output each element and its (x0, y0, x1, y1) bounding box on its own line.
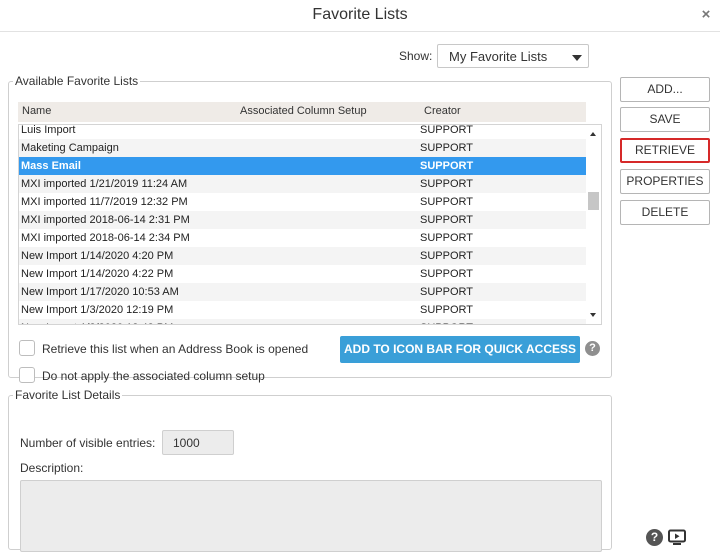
list-header: Name Associated Column Setup Creator (18, 102, 586, 122)
row-name: New Import 1/14/2020 4:22 PM (21, 268, 174, 280)
table-rows: Luis Import SUPPORT Maketing Campaign SUPPO… (19, 124, 587, 324)
table-row[interactable]: Maketing Campaign SUPPORT (19, 139, 587, 157)
table-row[interactable]: Mass Email SUPPORT (19, 157, 587, 175)
table-row[interactable]: New Import 1/3/2020 12:43 PM SUPPORT (19, 319, 587, 324)
visible-entries-label: Number of visible entries: (20, 436, 156, 450)
row-creator: SUPPORT (420, 268, 473, 280)
row-name: MXI imported 1/21/2019 11:24 AM (21, 178, 188, 190)
row-name: New Import 1/17/2020 10:53 AM (21, 286, 179, 298)
scroll-down-icon[interactable] (590, 313, 596, 317)
add-button[interactable]: ADD... (620, 77, 710, 102)
description-field[interactable] (20, 480, 602, 552)
show-select-value: My Favorite Lists (449, 49, 548, 64)
table-row[interactable]: MXI imported 2018-06-14 2:34 PM SUPPORT (19, 229, 587, 247)
title-bar: Favorite Lists × (0, 0, 720, 32)
row-creator: SUPPORT (420, 178, 473, 190)
list-details-group: Favorite List Details Number of visible … (8, 388, 612, 552)
row-name: New Import 1/3/2020 12:43 PM (21, 322, 173, 324)
retrieve-button[interactable]: RETRIEVE (620, 138, 710, 163)
close-icon[interactable]: × (699, 7, 713, 23)
video-tutorial-icon[interactable] (668, 529, 686, 546)
list-details-legend: Favorite List Details (15, 388, 121, 402)
favorite-lists-table[interactable]: Luis Import SUPPORT Maketing Campaign SUPPO… (18, 124, 602, 325)
table-row[interactable]: Luis Import SUPPORT (19, 124, 587, 139)
no-column-setup-checkbox[interactable] (19, 367, 35, 383)
row-name: New Import 1/3/2020 12:19 PM (21, 304, 174, 316)
show-select[interactable]: My Favorite Lists (437, 44, 589, 68)
column-header-column-setup[interactable]: Associated Column Setup (240, 105, 367, 117)
delete-button[interactable]: DELETE (620, 200, 710, 225)
show-label: Show: (399, 49, 433, 63)
scroll-thumb[interactable] (588, 192, 599, 210)
available-lists-group: Available Favorite Lists Name Associated… (8, 74, 612, 383)
table-row[interactable]: New Import 1/14/2020 4:20 PM SUPPORT (19, 247, 587, 265)
column-header-creator[interactable]: Creator (424, 105, 461, 117)
properties-button[interactable]: PROPERTIES (620, 169, 710, 194)
description-label: Description: (20, 461, 84, 475)
row-creator: SUPPORT (420, 160, 474, 172)
visible-entries-field[interactable]: 1000 (162, 430, 234, 455)
row-name: MXI imported 2018-06-14 2:31 PM (21, 214, 190, 226)
scroll-up-icon[interactable] (590, 132, 596, 136)
vertical-scrollbar[interactable] (586, 125, 601, 324)
row-creator: SUPPORT (420, 322, 473, 324)
add-to-icon-bar-button[interactable]: ADD TO ICON BAR FOR QUICK ACCESS (340, 336, 580, 363)
dialog-title: Favorite Lists (312, 6, 408, 23)
table-row[interactable]: New Import 1/17/2020 10:53 AM SUPPORT (19, 283, 587, 301)
row-name: MXI imported 11/7/2019 12:32 PM (21, 196, 188, 208)
row-name: Mass Email (21, 160, 81, 172)
footer-help-icon[interactable]: ? (646, 529, 663, 546)
help-icon[interactable]: ? (585, 341, 600, 356)
table-row[interactable]: MXI imported 11/7/2019 12:32 PM SUPPORT (19, 193, 587, 211)
row-creator: SUPPORT (420, 286, 473, 298)
table-row[interactable]: New Import 1/14/2020 4:22 PM SUPPORT (19, 265, 587, 283)
table-row[interactable]: New Import 1/3/2020 12:19 PM SUPPORT (19, 301, 587, 319)
row-creator: SUPPORT (420, 232, 473, 244)
row-name: Maketing Campaign (21, 142, 119, 154)
row-name: MXI imported 2018-06-14 2:34 PM (21, 232, 190, 244)
column-header-name[interactable]: Name (22, 105, 51, 117)
table-row[interactable]: MXI imported 2018-06-14 2:31 PM SUPPORT (19, 211, 587, 229)
row-name: New Import 1/14/2020 4:20 PM (21, 250, 174, 262)
available-lists-legend: Available Favorite Lists (15, 74, 139, 88)
row-creator: SUPPORT (420, 142, 473, 154)
retrieve-on-open-label[interactable]: Retrieve this list when an Address Book … (42, 342, 308, 356)
chevron-down-icon (572, 55, 582, 61)
row-creator: SUPPORT (420, 196, 473, 208)
retrieve-on-open-checkbox[interactable] (19, 340, 35, 356)
save-button[interactable]: SAVE (620, 107, 710, 132)
no-column-setup-label[interactable]: Do not apply the associated column setup (42, 369, 265, 383)
row-creator: SUPPORT (420, 124, 473, 136)
row-creator: SUPPORT (420, 214, 473, 226)
row-creator: SUPPORT (420, 250, 473, 262)
row-name: Luis Import (21, 124, 76, 136)
table-row[interactable]: MXI imported 1/21/2019 11:24 AM SUPPORT (19, 175, 587, 193)
row-creator: SUPPORT (420, 304, 473, 316)
